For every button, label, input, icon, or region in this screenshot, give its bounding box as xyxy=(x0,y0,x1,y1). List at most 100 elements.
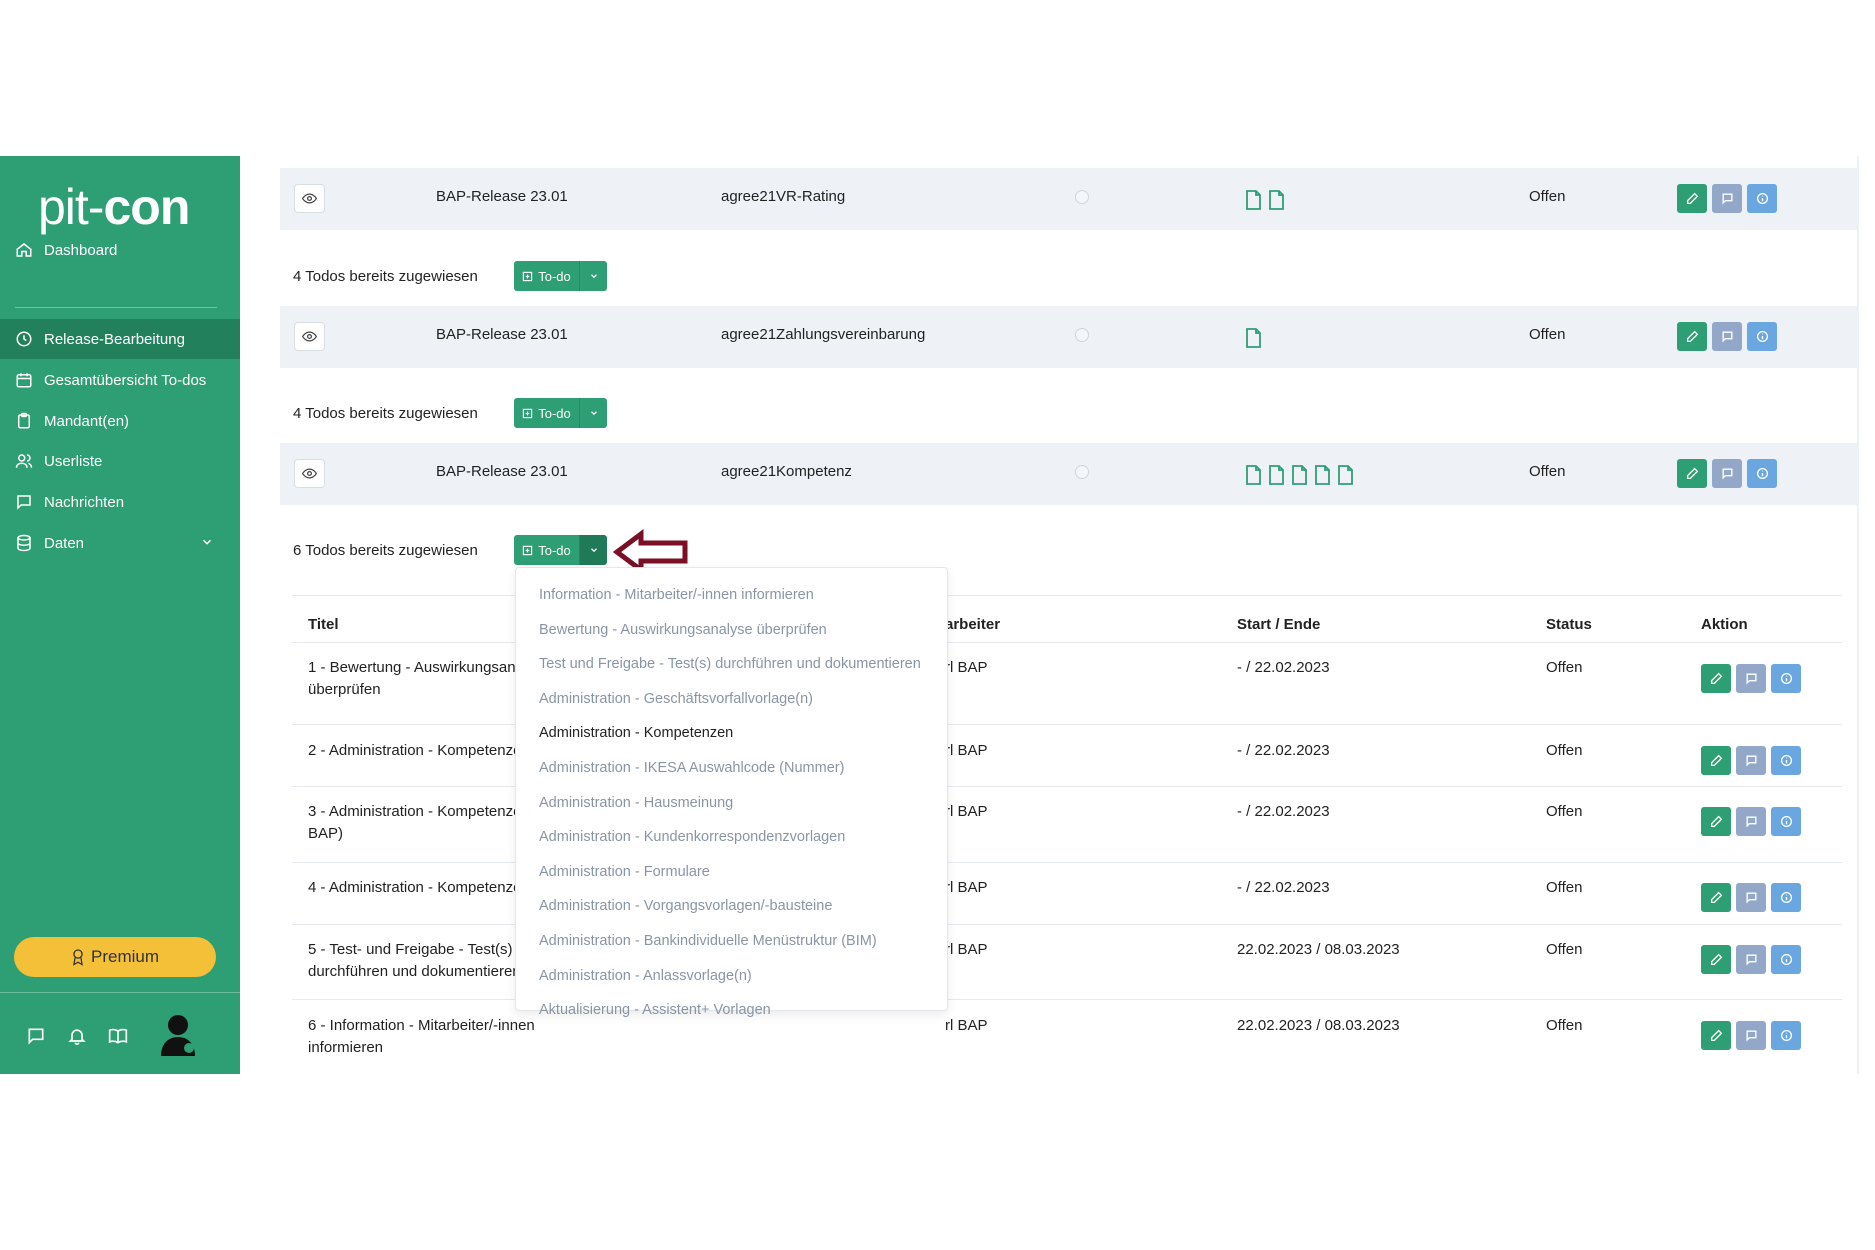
dropdown-item[interactable]: Administration - Anlassvorlage(n) xyxy=(516,959,947,994)
dropdown-item[interactable]: Administration - Vorgangsvorlagen/-baust… xyxy=(516,889,947,924)
info-button[interactable] xyxy=(1771,807,1801,836)
todo-status: Offen xyxy=(1546,1017,1583,1034)
dropdown-item[interactable]: Administration - Kundenkorrespondenzvorl… xyxy=(516,820,947,855)
dropdown-item[interactable]: Aktualisierung - Assistent+ Vorlagen xyxy=(516,993,947,1028)
chevron-down-icon xyxy=(590,274,597,279)
message-icon[interactable] xyxy=(26,1026,46,1046)
dropdown-item-selected[interactable]: Administration - Kompetenzen xyxy=(516,716,947,751)
sidebar-item-userliste[interactable]: Userliste xyxy=(0,441,240,481)
todo-title: 6 - Information - Mitarbeiter/-innen info… xyxy=(308,1017,535,1056)
sidebar-item-daten[interactable]: Daten xyxy=(0,523,240,563)
comment-button[interactable] xyxy=(1712,459,1742,488)
document-icon[interactable] xyxy=(1268,465,1285,485)
info-button[interactable] xyxy=(1747,459,1777,488)
radio-button[interactable] xyxy=(1075,190,1089,204)
dropdown-item[interactable]: Administration - Bankindividuelle Menüst… xyxy=(516,924,947,959)
view-button[interactable] xyxy=(294,322,325,351)
todo-dropdown-toggle[interactable] xyxy=(579,398,607,428)
edit-button[interactable] xyxy=(1677,322,1707,351)
info-button[interactable] xyxy=(1747,322,1777,351)
document-icons xyxy=(1245,328,1262,348)
radio-button[interactable] xyxy=(1075,328,1089,342)
todo-split-button: To-do xyxy=(514,398,607,428)
eye-icon xyxy=(302,331,317,342)
dropdown-item[interactable]: Information - Mitarbeiter/-innen informi… xyxy=(516,578,947,613)
document-icon[interactable] xyxy=(1245,190,1262,210)
document-icon[interactable] xyxy=(1245,328,1262,348)
info-button[interactable] xyxy=(1771,1021,1801,1050)
sidebar-item-mandanten[interactable]: Mandant(en) xyxy=(0,401,240,441)
sidebar-item-dashboard[interactable]: Dashboard xyxy=(0,230,240,270)
eye-icon xyxy=(302,193,317,204)
book-icon[interactable] xyxy=(108,1026,128,1046)
document-icon[interactable] xyxy=(1245,465,1262,485)
document-icon[interactable] xyxy=(1291,465,1308,485)
todo-button-label: To-do xyxy=(538,268,571,284)
action-buttons xyxy=(1677,459,1777,488)
todo-dates: - / 22.02.2023 xyxy=(1237,879,1330,896)
chevron-down-icon xyxy=(202,539,212,545)
comment-button[interactable] xyxy=(1736,883,1766,912)
radio-button[interactable] xyxy=(1075,465,1089,479)
document-icon[interactable] xyxy=(1268,190,1285,210)
dropdown-item[interactable]: Bewertung - Auswirkungsanalyse überprüfe… xyxy=(516,613,947,648)
avatar[interactable] xyxy=(160,1014,196,1056)
bell-icon[interactable] xyxy=(67,1026,87,1046)
comment-button[interactable] xyxy=(1736,664,1766,693)
dropdown-item[interactable]: Administration - Formulare xyxy=(516,855,947,890)
todo-dates: 22.02.2023 / 08.03.2023 xyxy=(1237,941,1400,958)
info-icon xyxy=(1780,1029,1792,1042)
view-button[interactable] xyxy=(294,459,325,488)
pencil-icon xyxy=(1710,672,1722,685)
sidebar-item-gesamtuebersicht[interactable]: Gesamtübersicht To-dos xyxy=(0,360,240,400)
award-icon xyxy=(73,949,83,966)
info-button[interactable] xyxy=(1771,664,1801,693)
edit-button[interactable] xyxy=(1701,945,1731,974)
message-icon xyxy=(17,495,31,510)
comment-button[interactable] xyxy=(1736,746,1766,775)
message-icon xyxy=(1745,954,1757,966)
dropdown-item[interactable]: Administration - Hausmeinung xyxy=(516,786,947,821)
view-button[interactable] xyxy=(294,184,325,213)
sidebar-item-nachrichten[interactable]: Nachrichten xyxy=(0,482,240,522)
premium-button[interactable]: Premium xyxy=(14,937,216,977)
sidebar-item-release-bearbeitung[interactable]: Release-Bearbeitung xyxy=(0,319,240,359)
dropdown-item[interactable]: Administration - IKESA Auswahlcode (Numm… xyxy=(516,751,947,786)
edit-button[interactable] xyxy=(1701,664,1731,693)
add-todo-button[interactable]: To-do xyxy=(514,398,579,428)
info-button[interactable] xyxy=(1771,746,1801,775)
add-todo-button[interactable]: To-do xyxy=(514,535,579,565)
info-button[interactable] xyxy=(1771,883,1801,912)
edit-button[interactable] xyxy=(1677,184,1707,213)
dropdown-item[interactable]: Test und Freigabe - Test(s) durchführen … xyxy=(516,647,947,682)
comment-button[interactable] xyxy=(1736,945,1766,974)
edit-button[interactable] xyxy=(1677,459,1707,488)
comment-button[interactable] xyxy=(1736,1021,1766,1050)
edit-button[interactable] xyxy=(1701,1021,1731,1050)
todo-title: 4 - Administration - Kompetenze xyxy=(308,879,522,896)
pencil-icon xyxy=(1710,953,1722,966)
app-frame: pit-con Dashboard Release-Bearbeitung Ge… xyxy=(0,156,1875,1074)
todo-dropdown-toggle[interactable] xyxy=(579,535,607,565)
todo-dropdown-toggle[interactable] xyxy=(579,261,607,291)
comment-button[interactable] xyxy=(1712,184,1742,213)
action-buttons xyxy=(1701,664,1801,693)
comment-button[interactable] xyxy=(1712,322,1742,351)
eye-icon xyxy=(302,468,317,479)
add-todo-button[interactable]: To-do xyxy=(514,261,579,291)
info-icon xyxy=(1780,891,1792,904)
comment-button[interactable] xyxy=(1736,807,1766,836)
todo-dropdown-menu: Information - Mitarbeiter/-innen informi… xyxy=(515,567,948,1018)
todo-worker: rl BAP xyxy=(945,659,988,676)
info-button[interactable] xyxy=(1771,945,1801,974)
document-icon[interactable] xyxy=(1314,465,1331,485)
edit-button[interactable] xyxy=(1701,746,1731,775)
sidebar-item-label: Nachrichten xyxy=(44,493,125,511)
dropdown-item[interactable]: Administration - Geschäftsvorfallvorlage… xyxy=(516,682,947,717)
message-icon xyxy=(1721,468,1733,480)
document-icon[interactable] xyxy=(1337,465,1354,485)
sidebar: pit-con Dashboard Release-Bearbeitung Ge… xyxy=(0,156,240,1074)
edit-button[interactable] xyxy=(1701,883,1731,912)
edit-button[interactable] xyxy=(1701,807,1731,836)
info-button[interactable] xyxy=(1747,184,1777,213)
